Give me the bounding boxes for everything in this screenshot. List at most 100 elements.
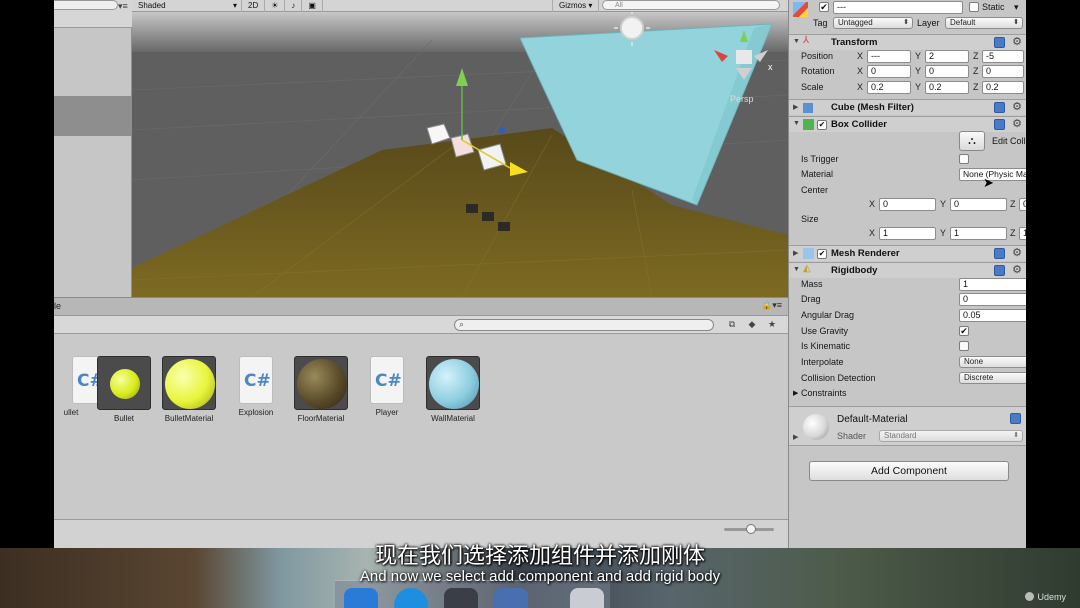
hierarchy-search-input[interactable] bbox=[54, 0, 118, 10]
filter-label-icon[interactable]: ◆ bbox=[744, 318, 760, 332]
trash-dock-icon[interactable] bbox=[570, 588, 604, 608]
mass-field[interactable]: 1 bbox=[959, 278, 1026, 291]
shading-mode-dropdown[interactable]: Shaded ▾ bbox=[132, 0, 242, 12]
layer-dropdown[interactable]: Default ⬍ bbox=[945, 17, 1023, 29]
collapse-triangle-icon[interactable]: ▶ bbox=[793, 103, 798, 111]
asset-item[interactable]: BulletMaterial bbox=[159, 356, 219, 423]
collapse-triangle-icon[interactable]: ▶ bbox=[793, 433, 798, 441]
unity-dock-icon[interactable] bbox=[444, 588, 478, 608]
slider-handle[interactable] bbox=[746, 524, 756, 534]
size-y-field[interactable]: 1 bbox=[950, 227, 1007, 240]
asset-item[interactable]: C# Player bbox=[357, 356, 417, 417]
box-collider-header[interactable]: ▼ ✔ Box Collider ⚙ bbox=[789, 116, 1026, 132]
position-x-field[interactable]: --- bbox=[867, 50, 911, 63]
center-z-field[interactable]: 0 bbox=[1019, 198, 1026, 211]
subtitle-english: And now we select add component and add … bbox=[359, 568, 721, 585]
rotation-z-field[interactable]: 0 bbox=[982, 65, 1024, 78]
collapse-triangle-icon[interactable]: ▶ bbox=[793, 389, 798, 397]
mesh-filter-header[interactable]: ▶ Cube (Mesh Filter) ⚙ bbox=[789, 99, 1026, 115]
use-gravity-checkbox[interactable]: ✔ bbox=[959, 326, 969, 336]
is-kinematic-checkbox[interactable] bbox=[959, 341, 969, 351]
size-x-field[interactable]: 1 bbox=[879, 227, 936, 240]
project-panel: le 🔒▾≡ ⌕ ⧉ ◆ ★ C# ullet Bullet BulletMat… bbox=[54, 297, 788, 548]
object-name-field[interactable]: --- bbox=[833, 1, 963, 14]
axis-x-label: X bbox=[857, 82, 864, 92]
hierarchy-selected-item[interactable] bbox=[54, 96, 132, 136]
finder-dock-icon[interactable] bbox=[344, 588, 378, 608]
help-book-icon[interactable] bbox=[994, 248, 1005, 259]
static-checkbox[interactable] bbox=[969, 2, 979, 12]
add-component-button[interactable]: Add Component bbox=[809, 461, 1009, 481]
collision-detection-dropdown[interactable]: Discrete⬍ bbox=[959, 372, 1026, 384]
collapse-triangle-icon[interactable]: ▶ bbox=[793, 249, 798, 257]
gear-icon[interactable]: ⚙ bbox=[1012, 35, 1022, 48]
shader-dropdown[interactable]: Standard ⬍ bbox=[879, 430, 1023, 442]
favorite-star-icon[interactable]: ★ bbox=[764, 318, 780, 332]
is-trigger-checkbox[interactable] bbox=[959, 154, 969, 164]
gear-icon[interactable]: ⚙ bbox=[1012, 100, 1022, 113]
mesh-renderer-header[interactable]: ▶ ✔ Mesh Renderer ⚙ bbox=[789, 245, 1026, 261]
position-z-field[interactable]: -5 bbox=[982, 50, 1024, 63]
lock-icon[interactable]: 🔒▾≡ bbox=[761, 300, 782, 311]
hierarchy-menu-icon[interactable]: ▾≡ bbox=[118, 1, 128, 12]
project-tab[interactable]: le bbox=[54, 301, 61, 311]
active-checkbox[interactable]: ✔ bbox=[819, 2, 829, 12]
shader-value: Standard bbox=[884, 431, 917, 440]
scene-view[interactable]: x Persp Shaded ▾ 2D ☀ ♪ ▣ Gizmos ▾ All bbox=[132, 0, 788, 297]
gizmos-dropdown[interactable]: Gizmos ▾ bbox=[552, 0, 600, 12]
help-book-icon[interactable] bbox=[994, 119, 1005, 130]
position-y-field[interactable]: 2 bbox=[925, 50, 969, 63]
scale-x-field[interactable]: 0.2 bbox=[867, 81, 911, 94]
audio-toggle-icon[interactable]: ♪ bbox=[285, 0, 303, 12]
help-book-icon[interactable] bbox=[994, 265, 1005, 276]
material-thumbnail bbox=[162, 356, 216, 410]
gear-icon[interactable]: ⚙ bbox=[1012, 263, 1022, 276]
app-dock-icon[interactable] bbox=[494, 588, 528, 608]
tag-dropdown[interactable]: Untagged ⬍ bbox=[833, 17, 913, 29]
center-x-field[interactable]: 0 bbox=[879, 198, 936, 211]
axis-z-label: Z bbox=[973, 66, 979, 76]
rigidbody-header[interactable]: ▼ ◭ Rigidbody ⚙ bbox=[789, 262, 1026, 278]
scene-search-input[interactable]: All bbox=[602, 0, 780, 10]
axis-x-label: X bbox=[857, 51, 864, 61]
angular-drag-field[interactable]: 0.05 bbox=[959, 309, 1026, 322]
asset-item[interactable]: WallMaterial bbox=[423, 356, 483, 423]
asset-item[interactable]: C# ullet bbox=[54, 356, 106, 417]
effects-toggle-icon[interactable]: ▣ bbox=[302, 0, 323, 12]
material-section: ▶ Default-Material Shader Standard ⬍ bbox=[789, 406, 1026, 446]
persp-label[interactable]: Persp bbox=[730, 94, 754, 104]
box-collider-icon bbox=[803, 119, 814, 130]
expand-triangle-icon[interactable]: ▼ bbox=[793, 266, 800, 273]
asset-item[interactable]: C# Explosion bbox=[226, 356, 286, 417]
help-book-icon[interactable] bbox=[994, 102, 1005, 113]
drag-field[interactable]: 0 bbox=[959, 293, 1026, 306]
mesh-renderer-enabled-checkbox[interactable]: ✔ bbox=[817, 249, 827, 259]
expand-triangle-icon[interactable]: ▼ bbox=[793, 120, 800, 127]
filter-type-icon[interactable]: ⧉ bbox=[724, 318, 740, 332]
transform-header[interactable]: ▼ ⅄ Transform ⚙ bbox=[789, 34, 1026, 50]
scale-y-field[interactable]: 0.2 bbox=[925, 81, 969, 94]
use-gravity-label: Use Gravity bbox=[801, 326, 849, 336]
size-z-field[interactable]: 1 bbox=[1019, 227, 1026, 240]
asset-item[interactable]: FloorMaterial bbox=[291, 356, 351, 423]
edit-collider-button[interactable]: ⛬ bbox=[959, 131, 985, 151]
asset-item[interactable]: Bullet bbox=[94, 356, 154, 423]
rotation-y-field[interactable]: 0 bbox=[925, 65, 969, 78]
center-y-field[interactable]: 0 bbox=[950, 198, 1007, 211]
static-dropdown-icon[interactable]: ▾ bbox=[1014, 2, 1019, 13]
help-book-icon[interactable] bbox=[994, 37, 1005, 48]
lighting-toggle-icon[interactable]: ☀ bbox=[265, 0, 286, 12]
interpolate-dropdown[interactable]: None⬍ bbox=[959, 356, 1026, 368]
gear-icon[interactable]: ⚙ bbox=[1012, 117, 1022, 130]
project-search-input[interactable]: ⌕ bbox=[454, 319, 714, 331]
project-toolbar: ⌕ ⧉ ◆ ★ bbox=[54, 316, 788, 334]
help-book-icon[interactable] bbox=[1010, 413, 1021, 424]
scale-z-field[interactable]: 0.2 bbox=[982, 81, 1024, 94]
box-collider-enabled-checkbox[interactable]: ✔ bbox=[817, 120, 827, 130]
gear-icon[interactable]: ⚙ bbox=[1012, 246, 1022, 259]
2d-toggle[interactable]: 2D bbox=[242, 0, 266, 12]
expand-triangle-icon[interactable]: ▼ bbox=[793, 38, 800, 45]
rotation-x-field[interactable]: 0 bbox=[867, 65, 911, 78]
constraints-foldout[interactable]: Constraints bbox=[801, 388, 847, 398]
material-name: Default-Material bbox=[837, 414, 908, 425]
